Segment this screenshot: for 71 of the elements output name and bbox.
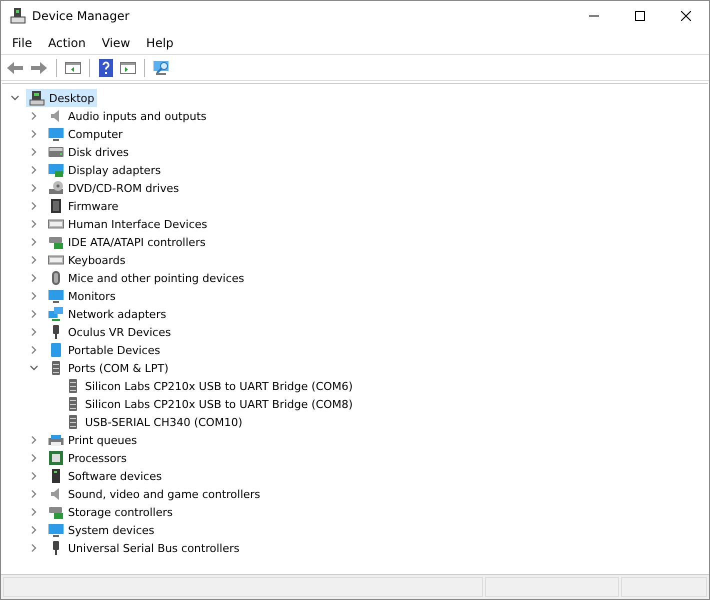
drive-icon [48,144,64,160]
tree-item[interactable]: Computer [68,128,123,140]
tree-item[interactable]: Print queues [68,434,137,446]
tree-item[interactable]: Audio inputs and outputs [68,110,206,122]
chevron-right-icon[interactable] [29,129,39,139]
chip-icon [48,198,64,214]
chevron-right-icon[interactable] [29,147,39,157]
chevron-right-icon[interactable] [29,183,39,193]
tree-item[interactable]: Network adapters [68,308,166,320]
tree-item[interactable]: Display adapters [68,164,161,176]
monitor-icon [48,162,64,178]
tree-item[interactable]: USB-SERIAL CH340 (COM10) [85,416,242,428]
tree-item[interactable]: Sound, video and game controllers [68,488,260,500]
menu-item[interactable]: View [94,34,138,52]
chevron-right-icon[interactable] [29,111,39,121]
monitor-icon [48,522,64,538]
tree-item[interactable]: Processors [68,452,127,464]
tree-item[interactable]: Silicon Labs CP210x USB to UART Bridge (COM8) [85,398,353,410]
close-icon [681,11,691,21]
monitor-icon [48,126,64,142]
drive-icon [48,234,64,250]
tree-item[interactable]: Ports (COM & LPT) [68,362,168,374]
chevron-right-icon[interactable] [29,219,39,229]
chevron-right-icon[interactable] [29,453,39,463]
chevron-right-icon[interactable] [29,165,39,175]
chevron-down-icon[interactable] [10,93,20,103]
tree-item[interactable]: DVD/CD-ROM drives [68,182,179,194]
chevron-right-icon[interactable] [29,471,39,481]
chevron-right-icon[interactable] [29,489,39,499]
tree-item[interactable]: Monitors [68,290,116,302]
drive-icon [48,504,64,520]
chevron-right-icon[interactable] [29,327,39,337]
help-button[interactable] [96,58,116,78]
chevron-right-icon[interactable] [29,201,39,211]
chevron-right-icon[interactable] [29,237,39,247]
network-icon [48,306,64,322]
tree-item[interactable]: Software devices [68,470,162,482]
tree-item[interactable]: System devices [68,524,154,536]
tree-item[interactable]: Human Interface Devices [68,218,208,230]
chevron-right-icon[interactable] [29,507,39,517]
menu-item[interactable]: Help [138,34,182,52]
chevron-right-icon[interactable] [29,345,39,355]
chevron-right-icon[interactable] [29,291,39,301]
chevron-right-icon[interactable] [29,255,39,265]
chevron-right-icon[interactable] [29,543,39,553]
chevron-right-icon[interactable] [29,435,39,445]
tree-item[interactable]: IDE ATA/ATAPI controllers [68,236,206,248]
chevron-right-icon[interactable] [29,309,39,319]
tree-item[interactable]: Silicon Labs CP210x USB to UART Bridge (COM6) [85,380,353,392]
chevron-right-icon[interactable] [29,525,39,535]
window-title: Device Manager [32,9,130,23]
chevron-right-icon[interactable] [29,273,39,283]
menu-item[interactable]: File [4,34,40,52]
monitor-icon [48,288,64,304]
computer-icon [29,90,45,106]
tree-item[interactable]: Keyboards [68,254,126,266]
chip-icon [48,450,64,466]
tree-item[interactable]: Disk drives [68,146,129,158]
maximize-icon [635,11,645,21]
tree-item[interactable]: Storage controllers [68,506,173,518]
tree-item[interactable]: Portable Devices [68,344,160,356]
menu-item[interactable]: Action [40,34,94,52]
tree-item[interactable]: Mice and other pointing devices [68,272,244,284]
tree-item[interactable]: Universal Serial Bus controllers [68,542,240,554]
chevron-down-icon[interactable] [29,363,39,373]
tree-item[interactable]: Firmware [68,200,118,212]
tablet-icon [48,342,64,358]
computer-icon [10,8,26,24]
tree-item[interactable]: Oculus VR Devices [68,326,171,338]
disc-drive-icon [48,180,64,196]
printer-icon [48,432,64,448]
